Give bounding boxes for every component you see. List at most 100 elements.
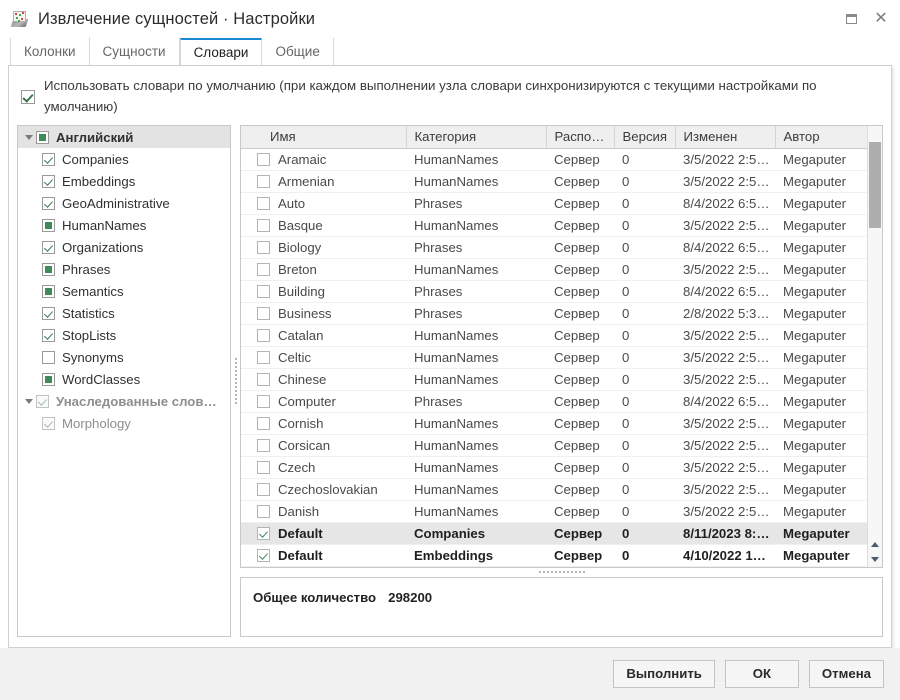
use-default-dictionaries-checkbox[interactable] [21, 90, 35, 104]
close-icon[interactable]: ✕ [866, 4, 896, 34]
row-name-cell[interactable]: Biology [241, 236, 406, 259]
tree-item[interactable]: WordClasses [18, 368, 230, 390]
row-name-cell[interactable]: Auto [241, 192, 406, 215]
tab-columns[interactable]: Колонки [10, 38, 90, 65]
table-row[interactable]: Corsican HumanNames Сервер 0 3/5/2022 2:5… Me… [241, 434, 867, 457]
row-checkbox[interactable] [257, 504, 270, 518]
table-row[interactable]: Czechoslovakian HumanNames Сервер 0 3/5/2022… [241, 478, 867, 501]
tree-item[interactable]: GeoAdministrative [18, 192, 230, 214]
row-checkbox[interactable] [257, 284, 270, 298]
tree-item-checkbox[interactable] [42, 240, 55, 254]
row-name-cell[interactable]: Computer [241, 390, 406, 413]
row-name-cell[interactable]: Czechoslovakian [241, 478, 406, 501]
tree-item[interactable]: Semantics [18, 280, 230, 302]
row-checkbox[interactable] [257, 482, 270, 496]
row-name-cell[interactable]: Cornish [241, 412, 406, 435]
row-name-cell[interactable]: Building [241, 280, 406, 303]
row-checkbox[interactable] [257, 394, 270, 408]
tree-item-checkbox[interactable] [42, 306, 55, 320]
row-checkbox[interactable] [257, 306, 270, 320]
column-header[interactable]: Распо… [546, 126, 615, 149]
table-vertical-scrollbar[interactable] [867, 126, 882, 567]
tree-item[interactable]: Унаследованные слов… [18, 390, 230, 412]
scrollbar-track[interactable] [868, 126, 882, 537]
tree-item[interactable]: Английский [18, 126, 230, 149]
ok-button[interactable]: ОК [724, 659, 799, 688]
tree-item-checkbox[interactable] [42, 284, 55, 298]
row-checkbox[interactable] [257, 218, 270, 232]
row-name-cell[interactable]: Corsican [241, 434, 406, 457]
tree-item-checkbox[interactable] [42, 328, 55, 342]
tree-item[interactable]: Phrases [18, 258, 230, 280]
row-checkbox[interactable] [257, 152, 270, 166]
tab-general[interactable]: Общие [262, 38, 334, 65]
tree-item[interactable]: StopLists [18, 324, 230, 346]
row-name-cell[interactable]: Basque [241, 214, 406, 237]
tree-item-checkbox[interactable] [42, 262, 55, 276]
row-name-cell[interactable]: Aramaic [241, 148, 406, 171]
table-row[interactable]: Aramaic HumanNames Сервер 0 3/5/2022 2:5… Meg… [241, 148, 867, 171]
column-header[interactable]: Имя [241, 126, 407, 149]
table-row[interactable]: Czech HumanNames Сервер 0 3/5/2022 2:5… Megap… [241, 456, 867, 479]
tree-item-checkbox[interactable] [42, 174, 55, 188]
tree-item[interactable]: Synonyms [18, 346, 230, 368]
use-default-dictionaries-row[interactable]: Использовать словари по умолчанию (при к… [9, 66, 891, 125]
table-row[interactable]: Catalan HumanNames Сервер 0 3/5/2022 2:5… Meg… [241, 324, 867, 347]
row-checkbox[interactable] [257, 350, 270, 364]
row-checkbox[interactable] [257, 174, 270, 188]
row-checkbox[interactable] [257, 416, 270, 430]
row-name-cell[interactable]: Catalan [241, 324, 406, 347]
row-checkbox[interactable] [257, 240, 270, 254]
table-row[interactable]: Danish HumanNames Сервер 0 3/5/2022 2:5… Mega… [241, 500, 867, 523]
row-checkbox[interactable] [257, 372, 270, 386]
horizontal-splitter[interactable] [240, 568, 883, 577]
row-name-cell[interactable]: Default [241, 544, 406, 567]
table-row[interactable]: Default Companies Сервер 0 8/11/2023 8:… Mega… [241, 522, 867, 545]
tree-item-checkbox[interactable] [36, 130, 49, 144]
row-name-cell[interactable]: Celtic [241, 346, 406, 369]
tree-item-checkbox[interactable] [42, 372, 55, 386]
row-checkbox[interactable] [257, 438, 270, 452]
tree-item-checkbox[interactable] [42, 416, 55, 430]
row-checkbox[interactable] [257, 548, 270, 562]
table-row[interactable]: Business Phrases Сервер 0 2/8/2022 5:3… Megap… [241, 302, 867, 325]
tree-item-checkbox[interactable] [42, 350, 55, 364]
tab-dictionaries[interactable]: Словари [179, 38, 263, 65]
vertical-splitter[interactable] [231, 125, 240, 637]
chevron-down-icon[interactable] [22, 134, 36, 140]
table-row[interactable]: Celtic HumanNames Сервер 0 3/5/2022 2:5… Mega… [241, 346, 867, 369]
row-name-cell[interactable]: Business [241, 302, 406, 325]
table-row[interactable]: Basque HumanNames Сервер 0 3/5/2022 2:5… Mega… [241, 214, 867, 237]
row-name-cell[interactable]: Chinese [241, 368, 406, 391]
chevron-down-icon[interactable] [22, 398, 36, 404]
execute-button[interactable]: Выполнить [613, 659, 715, 688]
table-row[interactable]: Armenian HumanNames Сервер 0 3/5/2022 2:5… Me… [241, 170, 867, 193]
dictionary-tree[interactable]: Английский Companies Embeddings GeoAdminist… [17, 125, 231, 637]
tree-item-checkbox[interactable] [36, 394, 49, 408]
table-row[interactable]: Computer Phrases Сервер 0 8/4/2022 6:5… Megap… [241, 390, 867, 413]
row-checkbox[interactable] [257, 460, 270, 474]
column-header[interactable]: Категория [406, 126, 547, 149]
scroll-up-icon[interactable] [868, 537, 882, 552]
table-row[interactable]: Building Phrases Сервер 0 8/4/2022 6:5… Megap… [241, 280, 867, 303]
table-row[interactable]: Cornish HumanNames Сервер 0 3/5/2022 2:5… Meg… [241, 412, 867, 435]
column-header[interactable]: Автор [775, 126, 867, 149]
row-name-cell[interactable]: Czech [241, 456, 406, 479]
tree-item[interactable]: Companies [18, 148, 230, 170]
row-checkbox[interactable] [257, 526, 270, 540]
row-checkbox[interactable] [257, 196, 270, 210]
tree-item-checkbox[interactable] [42, 196, 55, 210]
row-checkbox[interactable] [257, 262, 270, 276]
restore-icon[interactable] [836, 4, 866, 34]
tree-item-checkbox[interactable] [42, 218, 55, 232]
table-row[interactable]: Default Embeddings Сервер 0 4/10/2022 1… Mega… [241, 544, 867, 567]
tree-item-checkbox[interactable] [42, 152, 55, 166]
table-row[interactable]: Chinese HumanNames Сервер 0 3/5/2022 2:5… Meg… [241, 368, 867, 391]
scrollbar-thumb[interactable] [869, 142, 881, 229]
column-header[interactable]: Версия [614, 126, 676, 149]
tab-entities[interactable]: Сущности [90, 38, 180, 65]
row-checkbox[interactable] [257, 328, 270, 342]
table-row[interactable]: Breton HumanNames Сервер 0 3/5/2022 2:5… Mega… [241, 258, 867, 281]
scroll-down-icon[interactable] [868, 552, 882, 567]
row-name-cell[interactable]: Armenian [241, 170, 406, 193]
